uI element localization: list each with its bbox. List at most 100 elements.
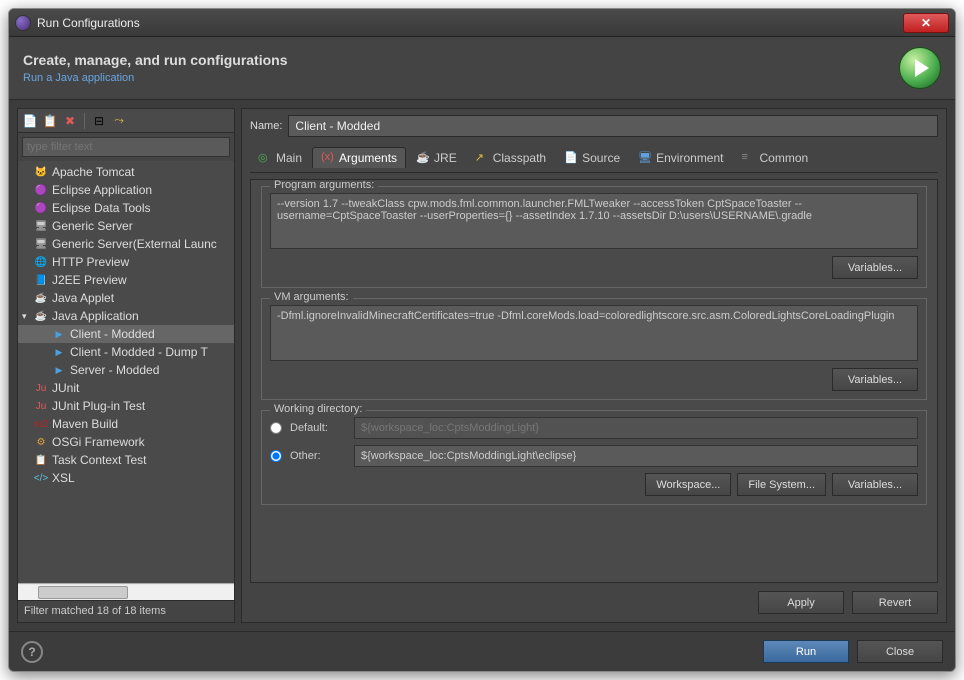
right-panel: Name: ◎Main(x)Arguments☕JRE↗Classpath📄So… <box>241 108 947 623</box>
tab-classpath[interactable]: ↗Classpath <box>467 148 554 168</box>
tree-item-label: Eclipse Data Tools <box>52 201 151 215</box>
tree-item-label: HTTP Preview <box>52 255 129 269</box>
filter-input[interactable] <box>22 137 230 157</box>
other-radio[interactable] <box>270 450 282 462</box>
tree-item[interactable]: 🟣Eclipse Data Tools <box>18 199 234 217</box>
titlebar[interactable]: Run Configurations ✕ <box>9 9 955 37</box>
applet-icon: ☕ <box>34 291 48 305</box>
eclipse-icon <box>15 15 31 31</box>
run-icon: ▶ <box>52 327 66 341</box>
close-icon[interactable]: ✕ <box>903 13 949 33</box>
tree-item-label: Task Context Test <box>52 453 147 467</box>
vm-args-input[interactable] <box>270 305 918 361</box>
header-title: Create, manage, and run configurations <box>23 52 899 68</box>
file-system-button[interactable]: File System... <box>737 473 826 496</box>
tree-item-label: Generic Server <box>52 219 133 233</box>
tree-item-label: Java Application <box>52 309 139 323</box>
tree-item[interactable]: 📘J2EE Preview <box>18 271 234 289</box>
revert-button[interactable]: Revert <box>852 591 938 614</box>
tab-main[interactable]: ◎ Main <box>250 148 310 168</box>
tree-item[interactable]: ▶Client - Modded - Dump T <box>18 343 234 361</box>
other-dir-input[interactable] <box>354 445 918 467</box>
tree-item-label: Eclipse Application <box>52 183 152 197</box>
tree-toolbar: 📄 📋 ✖ ⊟ ⤳ <box>18 109 234 133</box>
tomcat-icon: 🐱 <box>34 165 48 179</box>
default-label: Default: <box>290 422 346 434</box>
source-icon: 📄 <box>564 151 578 165</box>
j2ee-icon: 📘 <box>34 273 48 287</box>
program-args-legend: Program arguments: <box>270 179 378 191</box>
working-dir-group: Working directory: Default: Other: Works… <box>261 410 927 505</box>
junit-plugin-icon: Ju <box>34 399 48 413</box>
java-icon: ☕ <box>34 309 48 323</box>
name-input[interactable] <box>288 115 938 137</box>
main-icon: ◎ <box>258 151 272 165</box>
apply-button[interactable]: Apply <box>758 591 844 614</box>
server-icon: 🖥 <box>34 219 48 233</box>
new-config-icon[interactable]: 📄 <box>22 113 38 129</box>
program-args-variables-button[interactable]: Variables... <box>832 256 918 279</box>
env-icon: 🖥 <box>638 151 652 165</box>
vm-args-variables-button[interactable]: Variables... <box>832 368 918 391</box>
header: Create, manage, and run configurations R… <box>9 37 955 100</box>
working-dir-legend: Working directory: <box>270 403 366 415</box>
run-icon: ▶ <box>52 363 66 377</box>
tree-item[interactable]: 🐱Apache Tomcat <box>18 163 234 181</box>
default-dir-input <box>354 417 918 439</box>
tree-item[interactable]: m2Maven Build <box>18 415 234 433</box>
tree-item[interactable]: </>XSL <box>18 469 234 487</box>
tree-item[interactable]: ⚙OSGi Framework <box>18 433 234 451</box>
tree-item-label: JUnit Plug-in Test <box>52 399 145 413</box>
config-tree[interactable]: 🐱Apache Tomcat 🟣 Eclipse Application 🟣Eclip… <box>18 161 234 583</box>
tree-item[interactable]: ▶Client - Modded <box>18 325 234 343</box>
tab-label: JRE <box>434 151 457 165</box>
vm-args-legend: VM arguments: <box>270 291 353 303</box>
tab-jre[interactable]: ☕JRE <box>408 148 465 168</box>
tab-label: Classpath <box>493 151 546 165</box>
tab-label: Main <box>276 151 302 165</box>
task-icon: 📋 <box>34 453 48 467</box>
arguments-form: Program arguments: Variables... VM argum… <box>250 179 938 583</box>
eclipse-icon: 🟣 <box>34 183 48 197</box>
program-args-input[interactable] <box>270 193 918 249</box>
vm-args-group: VM arguments: Variables... <box>261 298 927 400</box>
program-args-group: Program arguments: Variables... <box>261 186 927 288</box>
tree-item[interactable]: 🟣 Eclipse Application <box>18 181 234 199</box>
tree-item[interactable]: 🌐HTTP Preview <box>18 253 234 271</box>
tree-item[interactable]: ▶Server - Modded <box>18 361 234 379</box>
tree-item[interactable]: Ju JUnit Plug-in Test <box>18 397 234 415</box>
tree-item[interactable]: 📋 Task Context Test <box>18 451 234 469</box>
tab-environment[interactable]: 🖥 Environment <box>630 148 731 168</box>
horizontal-scrollbar[interactable] <box>18 583 234 600</box>
duplicate-config-icon[interactable]: 📋 <box>42 113 58 129</box>
common-icon: ≡ <box>742 151 756 165</box>
tree-item-label: Client - Modded - Dump T <box>70 345 208 359</box>
tab-label: Environment <box>656 151 723 165</box>
expand-icon[interactable]: ▾ <box>22 311 32 322</box>
tab-arguments[interactable]: (x)Arguments <box>312 147 406 168</box>
tab-source[interactable]: 📄 Source <box>556 148 628 168</box>
filter-icon[interactable]: ⤳ <box>111 113 127 129</box>
server-icon: 🖥 <box>34 237 48 251</box>
help-icon[interactable]: ? <box>21 641 43 663</box>
tree-item[interactable]: ▾☕ Java Application <box>18 307 234 325</box>
delete-config-icon[interactable]: ✖ <box>62 113 78 129</box>
tree-item-label: Generic Server(External Launc <box>52 237 217 251</box>
tab-common[interactable]: ≡Common <box>734 148 817 168</box>
workspace-button[interactable]: Workspace... <box>645 473 731 496</box>
tabs: ◎ Main (x)Arguments☕JRE↗Classpath 📄 Source 🖥 E… <box>250 147 938 173</box>
tree-item-label: JUnit <box>52 381 79 395</box>
collapse-all-icon[interactable]: ⊟ <box>91 113 107 129</box>
default-radio[interactable] <box>270 422 282 434</box>
tree-item[interactable]: 🖥 Generic Server <box>18 217 234 235</box>
run-icon <box>899 47 941 89</box>
tree-item[interactable]: 🖥 Generic Server(External Launc <box>18 235 234 253</box>
run-button[interactable]: Run <box>763 640 849 663</box>
close-button[interactable]: Close <box>857 640 943 663</box>
xsl-icon: </> <box>34 471 48 485</box>
working-dir-variables-button[interactable]: Variables... <box>832 473 918 496</box>
tree-item[interactable]: ☕Java Applet <box>18 289 234 307</box>
tree-item-label: OSGi Framework <box>52 435 145 449</box>
tree-item[interactable]: JuJUnit <box>18 379 234 397</box>
tab-label: Source <box>582 151 620 165</box>
